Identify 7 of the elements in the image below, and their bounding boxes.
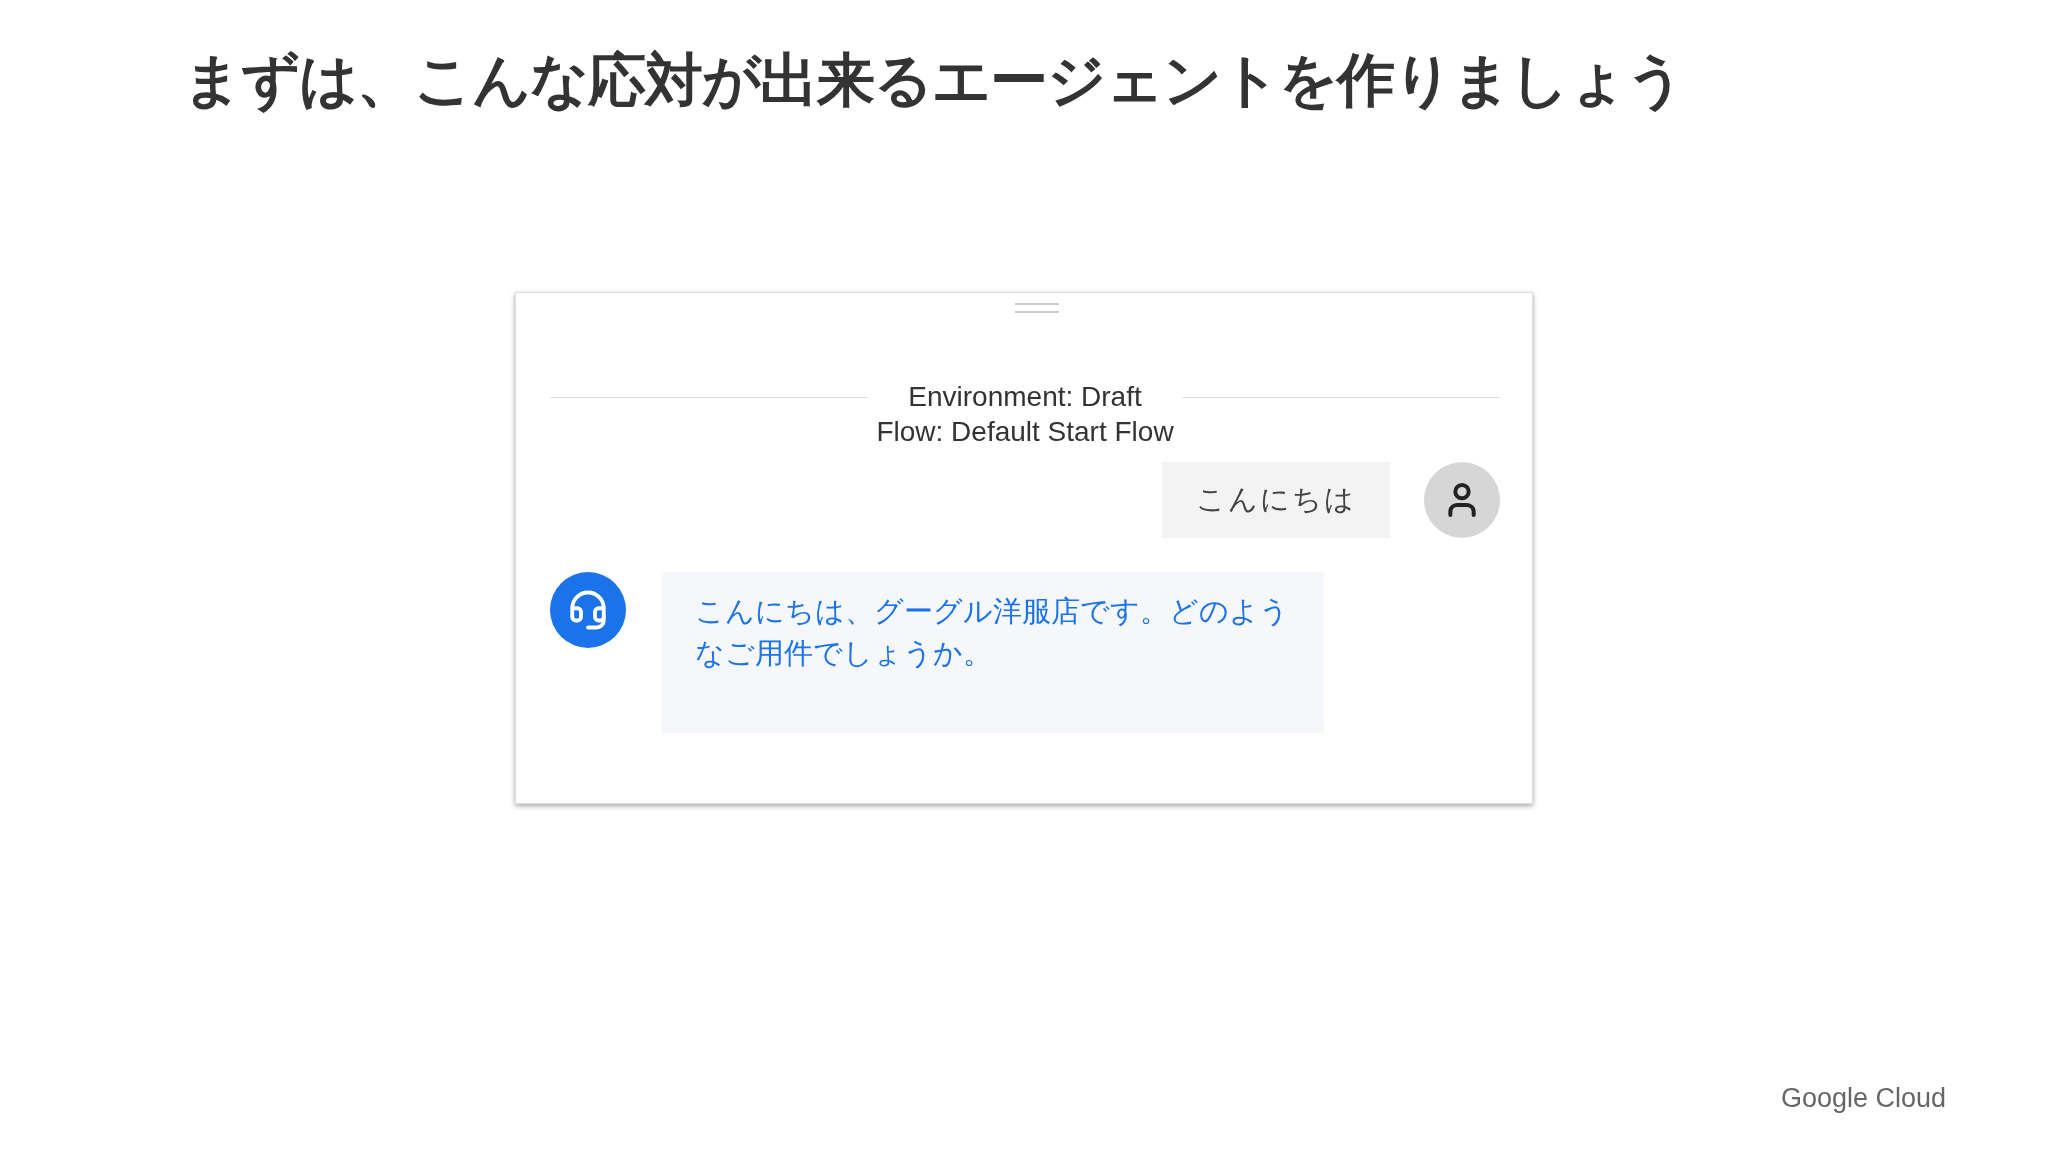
slide-title: まずは、こんな応対が出来るエージェントを作りましょう: [183, 45, 1685, 116]
logo-text: Google Cloud: [1780, 1083, 1946, 1114]
agent-message: こんにちは、グーグル洋服店です。どのようなご用件でしょうか。: [661, 572, 1324, 733]
user-message: こんにちは: [1162, 462, 1390, 538]
environment-label: Environment: Draft: [908, 380, 1142, 414]
flow-label: Flow: Default Start Flow: [876, 415, 1174, 449]
drag-handle[interactable]: [1015, 303, 1059, 313]
